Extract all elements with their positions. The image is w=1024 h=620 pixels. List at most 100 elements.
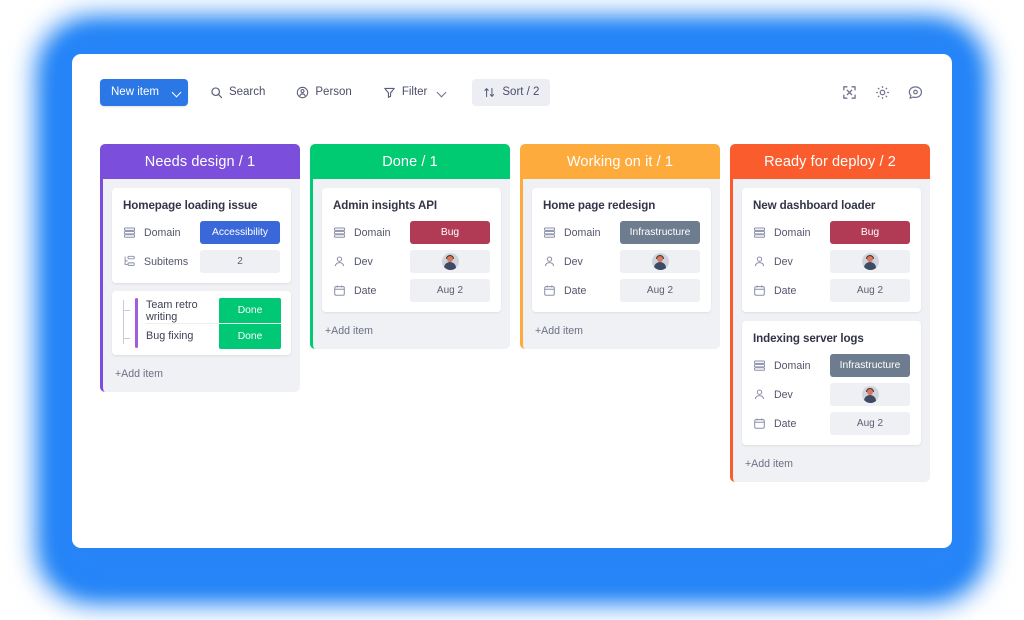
board-column: Done / 1 Admin insights API Domain Bug Dev Da… (310, 144, 510, 544)
screenshot-stage: New item Search Person Filter Sort / 2 N… (0, 0, 1024, 620)
subitem-status-badge[interactable]: Done (219, 323, 281, 349)
card-field-value[interactable]: Accessibility (200, 221, 280, 244)
card-field-value[interactable]: Bug (830, 221, 910, 244)
card-field-row: Dev (753, 383, 910, 406)
toolbar-right-group (841, 84, 924, 101)
card-title: Admin insights API (333, 199, 438, 212)
subitem-row[interactable]: Bug fixing Done (146, 323, 281, 349)
subitems-accent-bar (135, 298, 138, 348)
add-item-button[interactable]: +Add item (322, 312, 501, 338)
calendar-icon (333, 284, 346, 297)
card-field-value[interactable]: Bug (410, 221, 490, 244)
card-field-row: Domain Bug (333, 221, 490, 244)
expand-icon[interactable] (841, 84, 858, 101)
card-field-value[interactable]: Aug 2 (830, 412, 910, 435)
chat-icon[interactable] (907, 84, 924, 101)
card-title: Indexing server logs (753, 332, 864, 345)
card-field-label: Domain (354, 226, 391, 239)
board-card[interactable]: New dashboard loader Domain Bug Dev Date Aug … (742, 188, 921, 312)
filter-label: Filter (401, 86, 428, 98)
card-field-value[interactable]: Infrastructure (620, 221, 700, 244)
status-rows-icon (123, 226, 136, 239)
calendar-icon (753, 417, 766, 430)
card-field-row: Date Aug 2 (333, 279, 490, 302)
card-field-row: Domain Infrastructure (753, 354, 910, 377)
subitem-status-badge[interactable]: Done (219, 298, 281, 323)
search-icon (210, 86, 223, 99)
board-card[interactable]: Home page redesign Domain Infrastructure De… (532, 188, 711, 312)
card-field-value[interactable]: Infrastructure (830, 354, 910, 377)
avatar[interactable] (651, 253, 669, 270)
column-header[interactable]: Done / 1 (310, 144, 510, 179)
person-icon (543, 255, 556, 268)
card-field-value[interactable] (830, 383, 910, 406)
subitem-row[interactable]: Team retro writing Done (146, 298, 281, 323)
card-field-value[interactable]: 2 (200, 250, 280, 273)
card-field-label: Date (774, 284, 797, 297)
card-field-label: Domain (564, 226, 601, 239)
add-item-button[interactable]: +Add item (112, 355, 291, 381)
card-title: Homepage loading issue (123, 199, 258, 212)
search-button[interactable]: Search (201, 79, 274, 106)
board-card[interactable]: Homepage loading issue Domain Accessibilit… (112, 188, 291, 283)
card-field-label: Dev (774, 388, 793, 401)
column-body: Home page redesign Domain Infrastructure De… (520, 179, 720, 349)
search-label: Search (228, 86, 266, 98)
board-card[interactable]: Indexing server logs Domain Infrastructure… (742, 321, 921, 445)
avatar[interactable] (861, 386, 879, 403)
board-column: Working on it / 1 Home page redesign Domai… (520, 144, 720, 544)
card-field-value[interactable] (620, 250, 700, 273)
board-card[interactable]: Admin insights API Domain Bug Dev Date Aug 2 (322, 188, 501, 312)
person-button[interactable]: Person (287, 79, 360, 106)
card-title: Home page redesign (543, 199, 656, 212)
kanban-board: Needs design / 1 Homepage loading issue Do… (100, 144, 930, 544)
column-header[interactable]: Ready for deploy / 2 (730, 144, 930, 179)
funnel-icon (383, 86, 396, 99)
add-item-button[interactable]: +Add item (532, 312, 711, 338)
column-body: Homepage loading issue Domain Accessibilit… (100, 179, 300, 392)
avatar[interactable] (441, 253, 459, 270)
subitems-group: Team retro writing Done Bug fixing Done (112, 291, 291, 355)
filter-button[interactable]: Filter (374, 79, 455, 106)
avatar[interactable] (861, 253, 879, 270)
card-field-label: Subitems (144, 255, 189, 268)
sort-label: Sort / 2 (502, 86, 540, 98)
board-column: Needs design / 1 Homepage loading issue Do… (100, 144, 300, 544)
card-field-value[interactable]: Aug 2 (830, 279, 910, 302)
card-field-label: Date (564, 284, 587, 297)
card-field-value[interactable] (830, 250, 910, 273)
card-field-label: Date (354, 284, 377, 297)
app-window: New item Search Person Filter Sort / 2 N… (72, 54, 952, 548)
card-field-row: Dev (543, 250, 700, 273)
card-field-row: Domain Bug (753, 221, 910, 244)
column-header[interactable]: Working on it / 1 (520, 144, 720, 179)
person-circle-icon (296, 86, 309, 99)
column-body: New dashboard loader Domain Bug Dev Date Aug … (730, 179, 930, 482)
card-field-value[interactable] (410, 250, 490, 273)
board-column: Ready for deploy / 2 New dashboard loader… (730, 144, 930, 544)
card-field-row: Date Aug 2 (753, 412, 910, 435)
sort-arrows-icon (483, 86, 496, 99)
card-field-label: Domain (774, 226, 811, 239)
subitems-rows: Team retro writing Done Bug fixing Done (146, 298, 281, 349)
card-field-label: Dev (774, 255, 793, 268)
column-header[interactable]: Needs design / 1 (100, 144, 300, 179)
status-rows-icon (543, 226, 556, 239)
calendar-icon (543, 284, 556, 297)
gear-icon[interactable] (874, 84, 891, 101)
card-field-row: Subitems 2 (123, 250, 280, 273)
column-body: Admin insights API Domain Bug Dev Date Aug 2 +… (310, 179, 510, 349)
status-rows-icon (753, 359, 766, 372)
subitem-name: Bug fixing (146, 330, 194, 342)
status-rows-icon (333, 226, 346, 239)
card-field-value[interactable]: Aug 2 (410, 279, 490, 302)
card-field-label: Date (774, 417, 797, 430)
sort-button[interactable]: Sort / 2 (472, 78, 551, 106)
new-item-button[interactable]: New item (100, 78, 188, 106)
chevron-down-icon[interactable] (166, 79, 188, 106)
chevron-down-icon[interactable] (438, 89, 445, 96)
add-item-button[interactable]: +Add item (742, 445, 921, 471)
card-field-label: Dev (354, 255, 373, 268)
card-field-label: Domain (144, 226, 181, 239)
card-field-value[interactable]: Aug 2 (620, 279, 700, 302)
